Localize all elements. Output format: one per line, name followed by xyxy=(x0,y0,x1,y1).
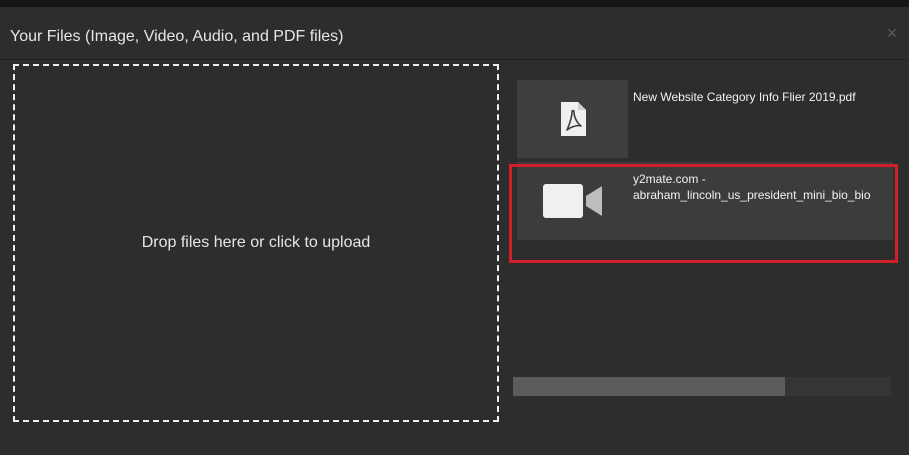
file-item-video[interactable]: y2mate.com - abraham_lincoln_us_presiden… xyxy=(517,162,893,240)
file-name-line-2: abraham_lincoln_us_president_mini_bio_bi… xyxy=(633,188,871,202)
close-icon[interactable]: × xyxy=(883,23,901,43)
file-thumbnail xyxy=(517,80,628,158)
file-item-pdf[interactable]: New Website Category Info Flier 2019.pdf xyxy=(517,80,893,158)
file-thumbnail xyxy=(517,162,628,240)
pdf-file-icon xyxy=(560,102,586,136)
file-list: New Website Category Info Flier 2019.pdf… xyxy=(511,64,895,422)
dialog-title: Your Files (Image, Video, Audio, and PDF… xyxy=(10,28,344,45)
scrollbar-track[interactable] xyxy=(513,377,891,396)
video-camera-icon xyxy=(542,184,602,218)
scrollbar-thumb[interactable] xyxy=(513,377,786,396)
upload-dropzone[interactable]: Drop files here or click to upload xyxy=(13,64,499,422)
file-name-line-1: New Website Category Info Flier 2019.pdf xyxy=(633,90,856,104)
file-name: y2mate.com - abraham_lincoln_us_presiden… xyxy=(633,171,891,203)
file-name-line-1: y2mate.com - xyxy=(633,172,706,186)
dialog-header: Your Files (Image, Video, Audio, and PDF… xyxy=(0,7,909,60)
file-name: New Website Category Info Flier 2019.pdf xyxy=(633,89,891,105)
top-strip xyxy=(0,0,909,7)
dropzone-label: Drop files here or click to upload xyxy=(141,234,371,251)
